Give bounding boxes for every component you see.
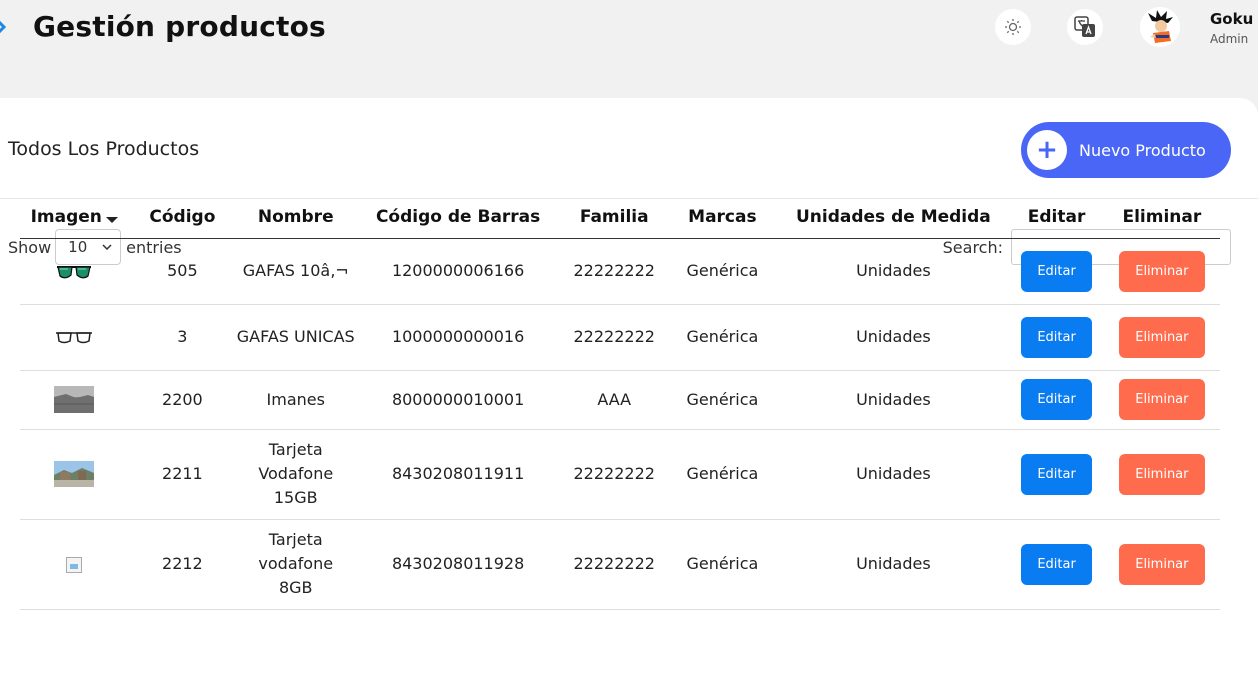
product-barcode: 1000000000016: [355, 304, 562, 371]
product-code: 3: [128, 304, 237, 371]
products-table: Imagen Código Nombre Código de Barras Fa…: [20, 197, 1220, 610]
sidebar-toggle-icon[interactable]: [0, 20, 6, 34]
delete-cell: Eliminar: [1103, 519, 1220, 610]
magnet-photo-icon: [54, 386, 95, 413]
product-barcode: 8430208011911: [355, 429, 562, 520]
page-title: Gestión productos: [33, 10, 326, 43]
translate-icon: [1074, 16, 1095, 37]
table-row: 505 GAFAS 10â‚¬ 1200000006166 22222222 G…: [20, 238, 1220, 305]
edit-button[interactable]: Editar: [1021, 316, 1093, 358]
delete-cell: Eliminar: [1103, 304, 1220, 371]
product-name: Imanes: [236, 370, 356, 430]
product-image-cell: [20, 370, 129, 430]
user-role: Admin: [1210, 32, 1249, 46]
product-unit: Unidades: [777, 238, 1010, 305]
product-family: 22222222: [561, 429, 668, 520]
delete-button[interactable]: Eliminar: [1118, 316, 1205, 358]
column-header-codigo[interactable]: Código: [128, 197, 237, 239]
product-brand: Genérica: [667, 370, 778, 430]
product-code: 505: [128, 238, 237, 305]
product-unit: Unidades: [777, 370, 1010, 430]
landscape-photo-icon: [54, 461, 95, 487]
edit-cell: Editar: [1009, 519, 1104, 610]
column-header-imagen[interactable]: Imagen: [20, 197, 129, 239]
product-name: Tarjeta Vodafone 15GB: [236, 429, 356, 520]
broken-image-icon: [66, 556, 83, 573]
product-code: 2200: [128, 370, 237, 430]
table-row: 2200 Imanes 8000000010001 AAA Genérica U…: [20, 370, 1220, 430]
product-image-cell: [20, 238, 129, 305]
product-code: 2212: [128, 519, 237, 610]
product-unit: Unidades: [777, 429, 1010, 520]
sort-desc-icon: [105, 217, 118, 224]
edit-cell: Editar: [1009, 304, 1104, 371]
product-barcode: 8000000010001: [355, 370, 562, 430]
sunglasses-icon: [57, 265, 92, 278]
column-header-marcas[interactable]: Marcas: [667, 197, 778, 239]
glasses-icon: [56, 331, 93, 343]
edit-cell: Editar: [1009, 370, 1104, 430]
product-family: 22222222: [561, 519, 668, 610]
product-unit: Unidades: [777, 519, 1010, 610]
delete-cell: Eliminar: [1103, 370, 1220, 430]
user-name: Goku: [1210, 10, 1254, 28]
product-family: 22222222: [561, 304, 668, 371]
product-image-cell: [20, 304, 129, 371]
product-code: 2211: [128, 429, 237, 520]
edit-button[interactable]: Editar: [1021, 453, 1093, 495]
sun-icon: [1005, 19, 1021, 35]
product-unit: Unidades: [777, 304, 1010, 371]
table-header-row: Imagen Código Nombre Código de Barras Fa…: [20, 197, 1220, 239]
column-header-codigo-barras[interactable]: Código de Barras: [355, 197, 562, 239]
edit-button[interactable]: Editar: [1021, 379, 1093, 420]
user-avatar[interactable]: [1140, 7, 1180, 47]
edit-button[interactable]: Editar: [1021, 250, 1093, 292]
delete-cell: Eliminar: [1103, 429, 1220, 520]
edit-cell: Editar: [1009, 238, 1104, 305]
product-barcode: 1200000006166: [355, 238, 562, 305]
delete-button[interactable]: Eliminar: [1118, 250, 1205, 292]
column-header-nombre[interactable]: Nombre: [236, 197, 356, 239]
table-row: 2211 Tarjeta Vodafone 15GB 8430208011911…: [20, 429, 1220, 520]
product-brand: Genérica: [667, 238, 778, 305]
column-header-eliminar[interactable]: Eliminar: [1103, 197, 1220, 239]
product-name: GAFAS UNICAS: [236, 304, 356, 371]
product-family: AAA: [561, 370, 668, 430]
delete-button[interactable]: Eliminar: [1118, 453, 1205, 495]
plus-icon: +: [1027, 130, 1067, 170]
card-header: Todos Los Productos + Nuevo Producto: [0, 98, 1258, 199]
product-brand: Genérica: [667, 429, 778, 520]
card-title: Todos Los Productos: [8, 138, 200, 160]
new-product-label: Nuevo Producto: [1079, 140, 1206, 160]
product-family: 22222222: [561, 238, 668, 305]
new-product-button[interactable]: + Nuevo Producto: [1021, 122, 1231, 178]
theme-toggle-button[interactable]: [995, 9, 1031, 45]
column-header-familia[interactable]: Familia: [561, 197, 668, 239]
product-brand: Genérica: [667, 304, 778, 371]
product-name: Tarjeta vodafone 8GB: [236, 519, 356, 610]
language-button[interactable]: [1067, 9, 1103, 45]
delete-button[interactable]: Eliminar: [1118, 379, 1205, 420]
delete-button[interactable]: Eliminar: [1118, 543, 1205, 585]
edit-cell: Editar: [1009, 429, 1104, 520]
column-header-unidades[interactable]: Unidades de Medida: [777, 197, 1010, 239]
edit-button[interactable]: Editar: [1021, 543, 1093, 585]
product-image-cell: [20, 519, 129, 610]
top-bar: Gestión productos Goku Admin: [0, 0, 1258, 98]
delete-cell: Eliminar: [1103, 238, 1220, 305]
product-name: GAFAS 10â‚¬: [236, 238, 356, 305]
product-image-cell: [20, 429, 129, 520]
table-row: 2212 Tarjeta vodafone 8GB 8430208011928 …: [20, 519, 1220, 610]
product-barcode: 8430208011928: [355, 519, 562, 610]
column-header-editar[interactable]: Editar: [1009, 197, 1104, 239]
product-brand: Genérica: [667, 519, 778, 610]
table-row: 3 GAFAS UNICAS 1000000000016 22222222 Ge…: [20, 304, 1220, 371]
